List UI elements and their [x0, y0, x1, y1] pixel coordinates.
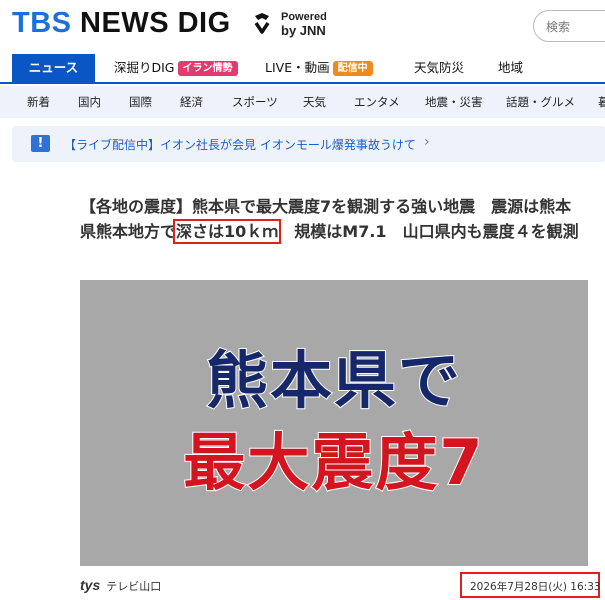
nav-weather-disaster[interactable]: 天気防災: [414, 54, 464, 82]
breaking-alert-banner[interactable]: ! 【ライブ配信中】イオン社長が会見 イオンモール爆発事故うけて ›: [12, 126, 605, 162]
publish-date: 2026年7月28日(火) 16:33: [470, 581, 601, 593]
nav-news-label: ニュース: [28, 60, 79, 75]
category-new[interactable]: 新着: [27, 86, 50, 118]
image-caption-line1: 熊本県で: [205, 343, 462, 418]
nav-deep-dig-label: 深掘りDIG: [114, 60, 175, 75]
category-nav: 新着 国内 国際 経済 スポーツ 天気 エンタメ 地震・災害 話題・グルメ 暮: [0, 86, 605, 118]
category-economy[interactable]: 経済: [180, 86, 203, 118]
nav-live[interactable]: LIVE・動画 配信中: [265, 54, 373, 82]
search-input[interactable]: 検索: [533, 10, 605, 42]
chevron-right-icon[interactable]: ›: [424, 134, 430, 150]
image-caption-line2: 最大震度7: [182, 425, 485, 500]
alert-icon: !: [31, 135, 50, 152]
category-entertainment[interactable]: エンタメ: [354, 86, 400, 118]
article-date: 2026年7月28日(火) 16:33: [460, 572, 601, 598]
jnn-label: by JNN: [281, 23, 326, 38]
category-topics-gourmet[interactable]: 話題・グルメ: [506, 86, 575, 118]
nav-weather-label: 天気防災: [414, 60, 465, 75]
main-nav: ニュース 深掘りDIG イラン情勢 LIVE・動画 配信中 天気防災 地域: [0, 54, 605, 84]
nav-region[interactable]: 地域: [498, 54, 523, 82]
article-headline: 【各地の震度】熊本県で最大震度7を観測する強い地震 震源は熊本県熊本地方で深さは…: [80, 194, 580, 244]
site-logo[interactable]: TBS NEWS DIG: [12, 7, 231, 40]
category-weather[interactable]: 天気: [303, 86, 326, 118]
headline-depth-highlight: 深さは10ｋｍ: [173, 219, 282, 244]
search-placeholder: 検索: [546, 20, 571, 34]
iran-badge: イラン情勢: [177, 61, 238, 76]
tys-logo: tys: [80, 577, 101, 593]
category-international[interactable]: 国際: [129, 86, 152, 118]
site-header: TBS NEWS DIG Powered by JNN 検索: [0, 0, 605, 54]
category-sports[interactable]: スポーツ: [232, 86, 278, 118]
nav-live-label: LIVE・動画: [265, 60, 330, 75]
powered-by-jnn: Powered by JNN: [281, 11, 327, 37]
logo-news-dig: NEWS DIG: [71, 7, 231, 39]
category-more[interactable]: 暮: [598, 86, 605, 118]
nav-news[interactable]: ニュース: [12, 54, 95, 82]
category-domestic[interactable]: 国内: [78, 86, 101, 118]
article-source: tys テレビ山口: [80, 577, 161, 594]
headline-text-2: 規模はM7.1 山口県内も震度４を観測: [278, 222, 579, 241]
category-earthquake-disaster[interactable]: 地震・災害: [425, 86, 483, 118]
alert-text[interactable]: 【ライブ配信中】イオン社長が会見 イオンモール爆発事故うけて: [64, 136, 416, 153]
source-name: テレビ山口: [106, 580, 162, 593]
nav-region-label: 地域: [498, 60, 524, 75]
logo-tbs: TBS: [12, 7, 72, 39]
nav-deep-dig[interactable]: 深掘りDIG イラン情勢: [114, 54, 238, 82]
live-badge: 配信中: [332, 61, 373, 76]
article-image[interactable]: 熊本県で 最大震度7: [80, 280, 588, 566]
dig-mascot-icon: [254, 13, 270, 34]
